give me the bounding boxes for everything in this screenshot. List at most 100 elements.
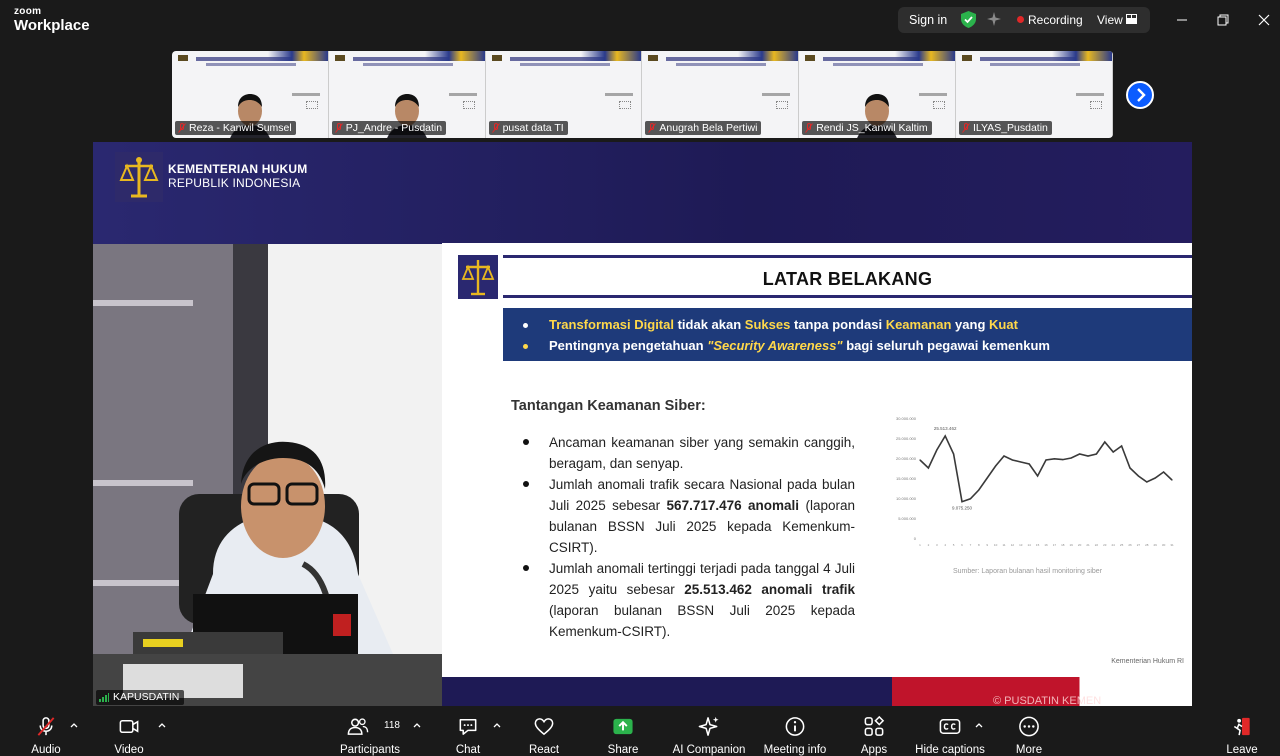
recording-label[interactable]: Recording	[1028, 13, 1083, 27]
restore-icon[interactable]	[1214, 11, 1232, 29]
share-button[interactable]: Share	[607, 708, 639, 756]
participant-name: ILYAS_Pusdatin	[972, 122, 1048, 134]
view-button[interactable]: View	[1097, 13, 1123, 27]
participant-tile[interactable]: Rendi JS_Kanwil Kaltim	[799, 51, 956, 138]
y-tick-label: 10.000.000	[896, 496, 917, 501]
data-point	[1087, 455, 1089, 457]
participant-tile[interactable]: Anugrah Bela Pertiwi	[642, 51, 800, 138]
bullet-text: 25.513.462 anomali trafik	[684, 582, 855, 597]
participant-tile[interactable]: Reza - Kanwil Sumsel	[172, 51, 329, 138]
y-tick-label: 20.000.000	[896, 456, 917, 461]
x-tick-label: 1	[919, 543, 921, 547]
series-line	[919, 434, 1173, 503]
participants-button[interactable]: Participants	[338, 708, 402, 756]
audio-options-chevron-icon[interactable]	[70, 722, 78, 728]
participants-options-chevron-icon[interactable]	[413, 722, 421, 728]
data-point	[1020, 461, 1022, 463]
slide-bullet-item: Jumlah anomali tertinggi terjadi pada ta…	[523, 558, 855, 642]
pusdatin-watermark: © PUSDATIN KEMEN	[993, 695, 1102, 706]
slide-subheading: Tantangan Keamanan Siber:	[511, 398, 706, 414]
slide-title-bar: LATAR BELAKANG	[503, 255, 1192, 298]
x-tick-label: 22	[1095, 543, 1099, 547]
x-tick-label: 16	[1044, 543, 1048, 547]
slide-title: LATAR BELAKANG	[762, 269, 933, 289]
highlight-segment: tanpa pondasi	[790, 317, 886, 332]
ai-companion-sparkle-icon	[698, 716, 719, 736]
more-label: More	[1015, 744, 1043, 756]
ai-companion-button[interactable]: AI Companion	[673, 708, 745, 756]
audio-button[interactable]: Audio	[30, 708, 62, 756]
x-tick-label: 5	[953, 543, 955, 547]
sign-in-button[interactable]: Sign in	[909, 13, 947, 27]
x-tick-label: 27	[1137, 543, 1141, 547]
x-tick-label: 28	[1145, 543, 1149, 547]
video-button[interactable]: Video	[113, 708, 145, 756]
meeting-toolbar: Audio Video Participants Chat React Shar…	[0, 708, 1280, 756]
close-icon[interactable]	[1255, 11, 1273, 29]
meeting-info-button[interactable]: Meeting info	[763, 708, 827, 756]
x-tick-label: 4	[944, 543, 946, 547]
chat-bubble-icon	[459, 719, 477, 735]
participant-name: Anugrah Bela Pertiwi	[659, 122, 758, 134]
leave-door-icon	[1233, 717, 1250, 736]
x-tick-label: 13	[1019, 543, 1023, 547]
participant-gallery: Reza - Kanwil Sumsel PJ_Andre - Pusdatin p…	[172, 51, 1113, 138]
mic-muted-icon	[37, 717, 55, 736]
participants-icon	[347, 718, 369, 735]
x-tick-label: 8	[978, 543, 980, 547]
hide-captions-button[interactable]: Hide captions	[915, 708, 985, 756]
bullet-text: Ancaman keamanan siber yang semakin cang…	[549, 435, 855, 471]
share-screen-icon	[613, 718, 633, 735]
data-point	[936, 449, 938, 451]
more-button[interactable]: More	[1013, 708, 1045, 756]
highlight-line-2: Pentingnya pengetahuan "Security Awarene…	[523, 338, 1050, 353]
data-point	[1062, 459, 1064, 461]
ministry-line-2: REPUBLIK INDONESIA	[168, 176, 301, 190]
x-tick-label: 10	[994, 543, 998, 547]
data-point	[986, 477, 988, 479]
chat-button[interactable]: Chat	[452, 708, 484, 756]
minimize-icon[interactable]	[1173, 11, 1191, 29]
slide-footer: Kementerian Hukum RI	[1111, 658, 1184, 665]
apps-icon	[864, 715, 885, 736]
leave-label: Leave	[1226, 744, 1258, 756]
data-point	[995, 465, 997, 467]
data-point	[1011, 459, 1013, 461]
more-dots-icon	[1019, 716, 1039, 737]
participant-tile[interactable]: PJ_Andre - Pusdatin	[328, 51, 486, 138]
ai-sparkle-icon[interactable]	[986, 11, 1002, 27]
presenter-camera	[93, 244, 442, 706]
participant-name-tag: Anugrah Bela Pertiwi	[645, 121, 762, 135]
shield-check-icon[interactable]	[961, 11, 976, 28]
participant-tile[interactable]: ILYAS_Pusdatin	[955, 51, 1113, 138]
video-options-chevron-icon[interactable]	[158, 722, 166, 728]
presenter-figure	[93, 441, 442, 706]
ministry-logo-icon	[115, 152, 163, 202]
highlight-segment: Transformasi Digital	[549, 317, 674, 332]
apps-button[interactable]: Apps	[858, 708, 890, 756]
react-button[interactable]: React	[528, 708, 560, 756]
x-tick-label: 23	[1103, 543, 1107, 547]
x-tick-label: 21	[1086, 543, 1090, 547]
data-point	[1037, 475, 1039, 477]
x-tick-label: 29	[1154, 543, 1158, 547]
y-tick-label: 5.000.000	[898, 516, 917, 521]
x-tick-label: 15	[1036, 543, 1040, 547]
leave-button[interactable]: Leave	[1226, 708, 1258, 756]
participant-tile[interactable]: pusat data TI	[485, 51, 643, 138]
app-brand: zoom Workplace	[14, 7, 90, 34]
next-page-button[interactable]	[1126, 81, 1154, 109]
closed-captions-icon	[939, 719, 961, 734]
bullet-text: 567.717.476 anomali	[666, 498, 800, 513]
grid-view-icon[interactable]	[1126, 14, 1137, 24]
brand-big: Workplace	[14, 17, 90, 34]
data-point	[1053, 458, 1055, 460]
data-point	[1163, 471, 1165, 473]
slide-logo-icon	[458, 255, 498, 299]
captions-options-chevron-icon[interactable]	[975, 722, 983, 728]
apps-label: Apps	[860, 744, 888, 756]
data-point	[1129, 467, 1131, 469]
shared-screen: KEMENTERIAN HUKUM REPUBLIK INDONESIA LAT…	[93, 142, 1192, 706]
highlight-segment: tidak akan	[673, 317, 745, 332]
chat-options-chevron-icon[interactable]	[493, 722, 501, 728]
